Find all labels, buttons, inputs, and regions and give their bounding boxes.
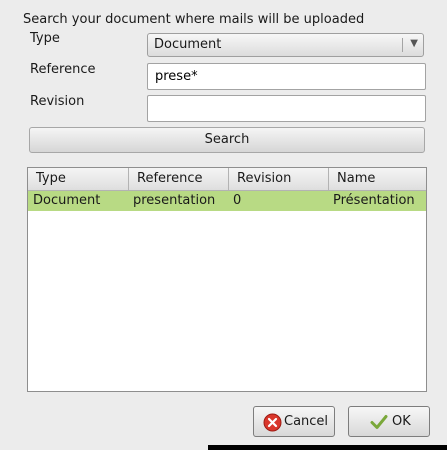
ok-button[interactable]: OK [348,406,430,437]
cell-revision: 0 [233,193,242,208]
revision-label: Revision [30,94,85,109]
cancel-icon [263,413,282,436]
results-table: Type Reference Revision Name Document pr… [27,167,427,392]
cell-name: Présentation [333,193,415,208]
search-button[interactable]: Search [29,127,425,153]
column-header-revision[interactable]: Revision [229,168,329,190]
cancel-button[interactable]: Cancel [253,406,335,437]
cell-reference: presentation [133,193,216,208]
search-document-dialog: Search your document where mails will be… [0,0,447,445]
results-table-header: Type Reference Revision Name [28,168,426,191]
combo-separator [402,38,403,52]
revision-input[interactable] [147,95,426,122]
dropdown-arrow-icon: ▼ [410,38,418,49]
table-row[interactable]: Document presentation 0 Présentation [28,191,426,211]
reference-input[interactable] [147,63,426,90]
reference-label: Reference [30,62,96,77]
column-header-reference[interactable]: Reference [129,168,229,190]
type-select-value: Document [154,37,222,52]
type-label: Type [30,31,60,46]
cancel-label: Cancel [284,414,329,429]
column-header-type[interactable]: Type [28,168,129,190]
type-select[interactable]: Document ▼ [147,33,424,57]
window-frame-edge [0,445,208,450]
cell-type: Document [33,193,101,208]
checkmark-icon [370,413,388,435]
column-header-name[interactable]: Name [329,168,426,190]
ok-label: OK [392,414,411,429]
dialog-heading: Search your document where mails will be… [23,12,365,27]
